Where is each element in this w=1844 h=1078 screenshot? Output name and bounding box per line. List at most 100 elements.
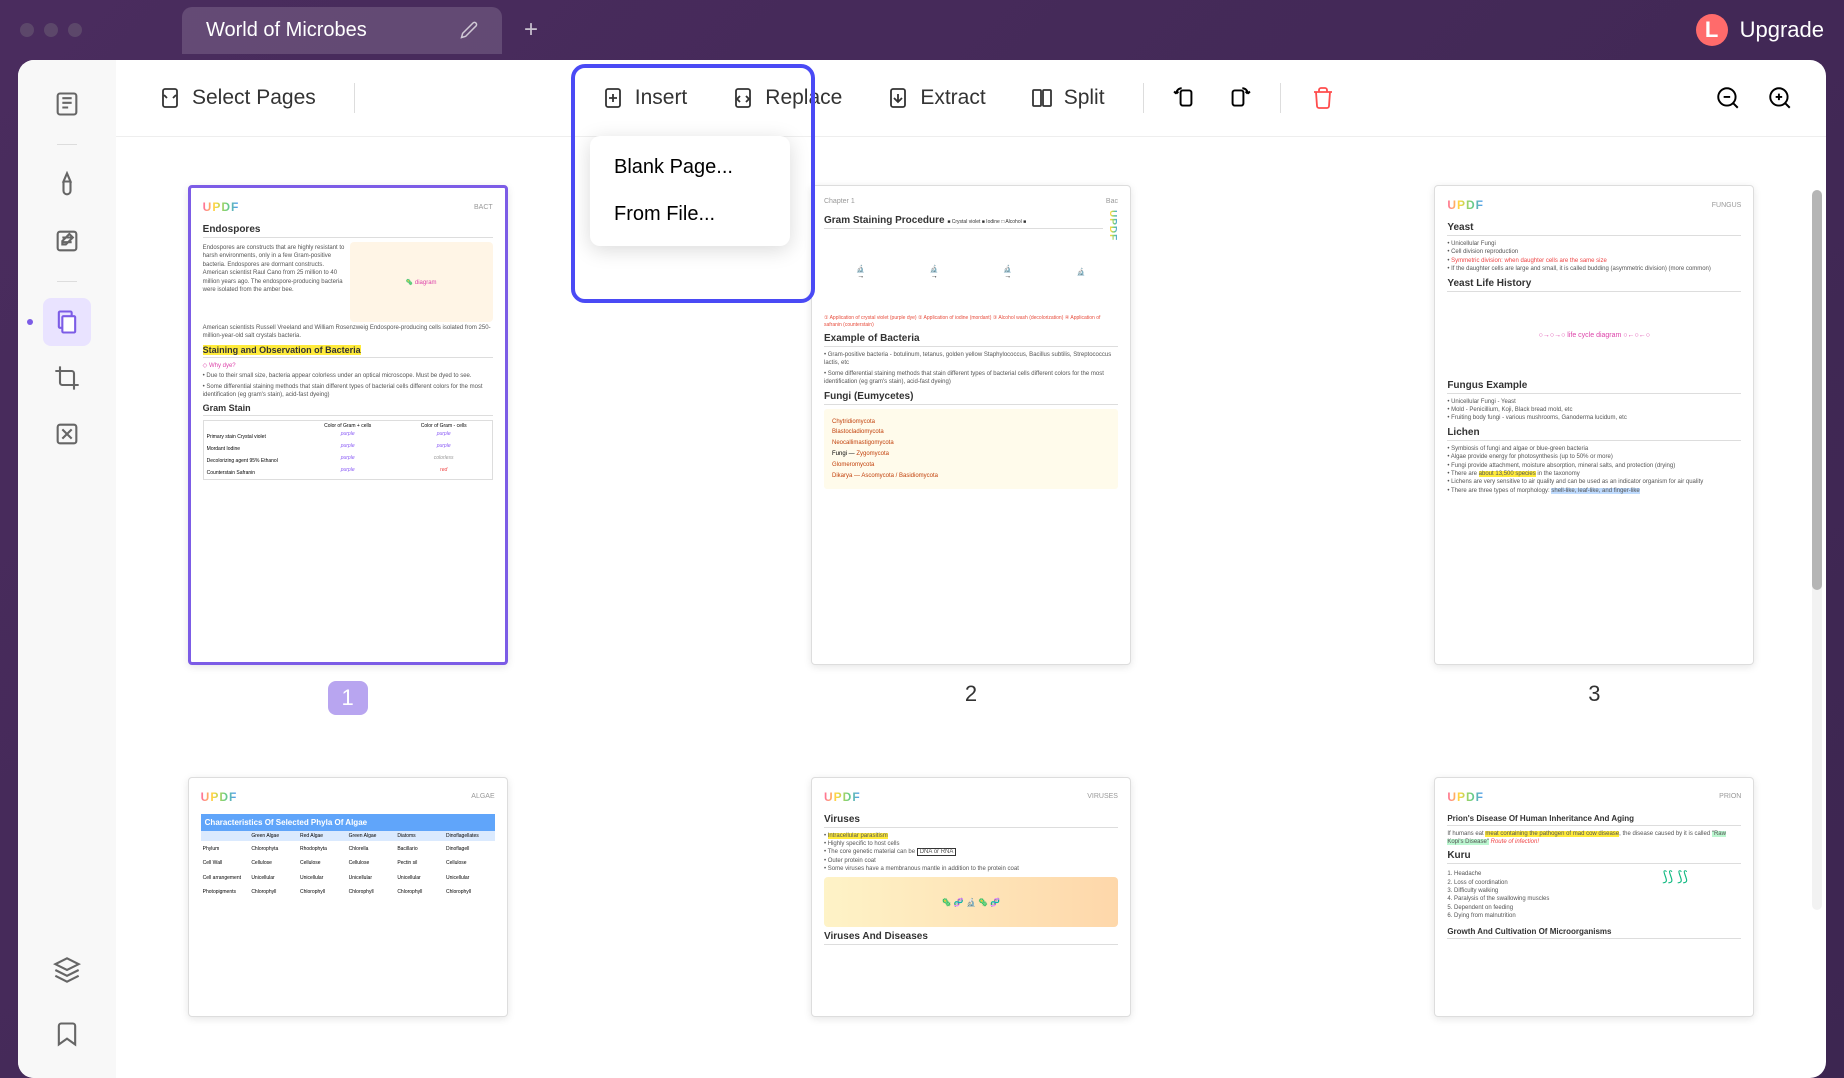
page-category: PRION	[1719, 793, 1741, 800]
upgrade-button[interactable]: Upgrade	[1740, 17, 1824, 43]
page-thumb-wrapper: UPDF BACT Endospores Endospores are cons…	[188, 185, 508, 729]
scrollbar-track[interactable]	[1812, 190, 1822, 910]
sidebar-stamp-tool[interactable]	[43, 410, 91, 458]
split-label: Split	[1064, 86, 1105, 110]
section-title: Endospores	[203, 224, 493, 238]
section-title: Growth And Cultivation Of Microorganisms	[1447, 927, 1741, 939]
page-category: FUNGUS	[1712, 202, 1742, 209]
user-avatar[interactable]: L	[1696, 14, 1728, 46]
page-thumbnail-6[interactable]: UPDF PRION Prion's Disease Of Human Inhe…	[1434, 777, 1754, 1017]
page-thumb-wrapper: UPDF FUNGUS Yeast • Unicellular Fungi• C…	[1434, 185, 1754, 729]
sidebar-reader-mode[interactable]	[43, 80, 91, 128]
tab-title: World of Microbes	[206, 19, 367, 42]
divider	[57, 144, 77, 145]
edit-tab-icon[interactable]	[460, 21, 478, 39]
page-thumbnail-3[interactable]: UPDF FUNGUS Yeast • Unicellular Fungi• C…	[1434, 185, 1754, 665]
insert-blank-page[interactable]: Blank Page...	[598, 144, 782, 191]
page-category: Bac	[1106, 198, 1118, 205]
minimize-window-button[interactable]	[44, 23, 58, 37]
delete-button[interactable]	[1301, 76, 1345, 120]
page-number: 1	[328, 681, 368, 715]
insert-button[interactable]: Insert	[583, 76, 706, 120]
page-thumb-wrapper: UPDF PRION Prion's Disease Of Human Inhe…	[1434, 777, 1754, 1031]
traffic-lights	[20, 23, 82, 37]
replace-button[interactable]: Replace	[713, 76, 860, 120]
section-text: Endospores are constructs that are highl…	[203, 244, 346, 320]
toolbar: Select Pages Insert Replace Extract Spli…	[116, 60, 1826, 137]
insert-label: Insert	[635, 86, 688, 110]
section-title: Viruses And Diseases	[824, 931, 1118, 945]
sidebar-layers[interactable]	[43, 946, 91, 994]
divider	[1280, 83, 1281, 113]
sidebar-edit-tool[interactable]	[43, 217, 91, 265]
blank-page-label: Blank Page...	[614, 156, 733, 178]
updf-logo: UPDF	[824, 790, 861, 804]
sidebar-bottom	[43, 946, 91, 1058]
section-title: Kuru	[1447, 850, 1741, 864]
select-pages-button[interactable]: Select Pages	[140, 76, 334, 120]
section-title: Fungi (Eumycetes)	[824, 391, 1118, 405]
updf-logo: UPDF	[1107, 210, 1118, 241]
avatar-letter: L	[1705, 17, 1718, 43]
close-window-button[interactable]	[20, 23, 34, 37]
split-button[interactable]: Split	[1012, 76, 1123, 120]
section-title: Prion's Disease Of Human Inheritance And…	[1447, 814, 1741, 826]
section-text: American scientists Russell Vreeland and…	[203, 324, 493, 341]
page-category: ALGAE	[471, 793, 494, 800]
main-container: Select Pages Insert Replace Extract Spli…	[18, 60, 1826, 1078]
updf-logo: UPDF	[201, 790, 238, 804]
section-title: Fungus Example	[1447, 380, 1741, 394]
maximize-window-button[interactable]	[68, 23, 82, 37]
page-category: VIRUSES	[1087, 793, 1118, 800]
add-tab-button[interactable]: +	[510, 8, 552, 52]
insert-dropdown: Blank Page... From File...	[590, 136, 790, 246]
page-thumb-wrapper: Chapter 1 Bac UPDF Gram Staining Procedu…	[811, 185, 1131, 729]
thumbnails-grid: UPDF BACT Endospores Endospores are cons…	[116, 137, 1826, 1078]
sidebar	[18, 60, 116, 1078]
from-file-label: From File...	[614, 203, 715, 225]
sidebar-crop-tool[interactable]	[43, 354, 91, 402]
rotate-right-button[interactable]	[1216, 76, 1260, 120]
page-category: BACT	[474, 204, 493, 211]
page-thumb-wrapper: UPDF VIRUSES Viruses • Intracellular par…	[811, 777, 1131, 1031]
page-number: 2	[965, 681, 977, 707]
sidebar-highlight-tool[interactable]	[43, 161, 91, 209]
page-thumbnail-1[interactable]: UPDF BACT Endospores Endospores are cons…	[188, 185, 508, 665]
insert-from-file[interactable]: From File...	[598, 191, 782, 238]
zoom-out-button[interactable]	[1706, 76, 1750, 120]
page-thumb-wrapper: UPDF ALGAE Characteristics Of Selected P…	[188, 777, 508, 1031]
section-text: • Some differential staining methods tha…	[203, 383, 493, 400]
section-title: Lichen	[1447, 427, 1741, 441]
section-title: Yeast	[1447, 222, 1741, 236]
content-area: Select Pages Insert Replace Extract Spli…	[116, 60, 1826, 1078]
document-tab[interactable]: World of Microbes	[182, 7, 502, 54]
zoom-in-button[interactable]	[1758, 76, 1802, 120]
tab-bar: World of Microbes +	[182, 7, 552, 54]
section-title: Staining and Observation of Bacteria	[203, 345, 361, 355]
extract-button[interactable]: Extract	[868, 76, 1003, 120]
page-thumbnail-5[interactable]: UPDF VIRUSES Viruses • Intracellular par…	[811, 777, 1131, 1017]
sidebar-bookmark[interactable]	[43, 1010, 91, 1058]
section-title: Yeast Life History	[1447, 278, 1741, 292]
chapter-label: Chapter 1	[824, 198, 855, 205]
annotation: ◇ Why dye?	[203, 362, 493, 370]
divider	[1143, 83, 1144, 113]
upgrade-section: L Upgrade	[1696, 14, 1824, 46]
section-title: Viruses	[824, 814, 1118, 828]
section-title: Characteristics Of Selected Phyla Of Alg…	[201, 814, 495, 831]
sidebar-page-organize[interactable]	[43, 298, 91, 346]
section-text: • Due to their small size, bacteria appe…	[203, 372, 493, 380]
section-title: Example of Bacteria	[824, 333, 1118, 347]
page-thumbnail-4[interactable]: UPDF ALGAE Characteristics Of Selected P…	[188, 777, 508, 1017]
updf-logo: UPDF	[203, 200, 240, 214]
page-thumbnail-2[interactable]: Chapter 1 Bac UPDF Gram Staining Procedu…	[811, 185, 1131, 665]
updf-logo: UPDF	[1447, 790, 1484, 804]
updf-logo: UPDF	[1447, 198, 1484, 212]
scrollbar-thumb[interactable]	[1812, 190, 1822, 590]
section-title: Gram Stain	[203, 403, 493, 416]
rotate-left-button[interactable]	[1164, 76, 1208, 120]
page-number: 3	[1588, 681, 1600, 707]
select-pages-label: Select Pages	[192, 86, 316, 110]
divider	[57, 281, 77, 282]
divider	[354, 83, 355, 113]
